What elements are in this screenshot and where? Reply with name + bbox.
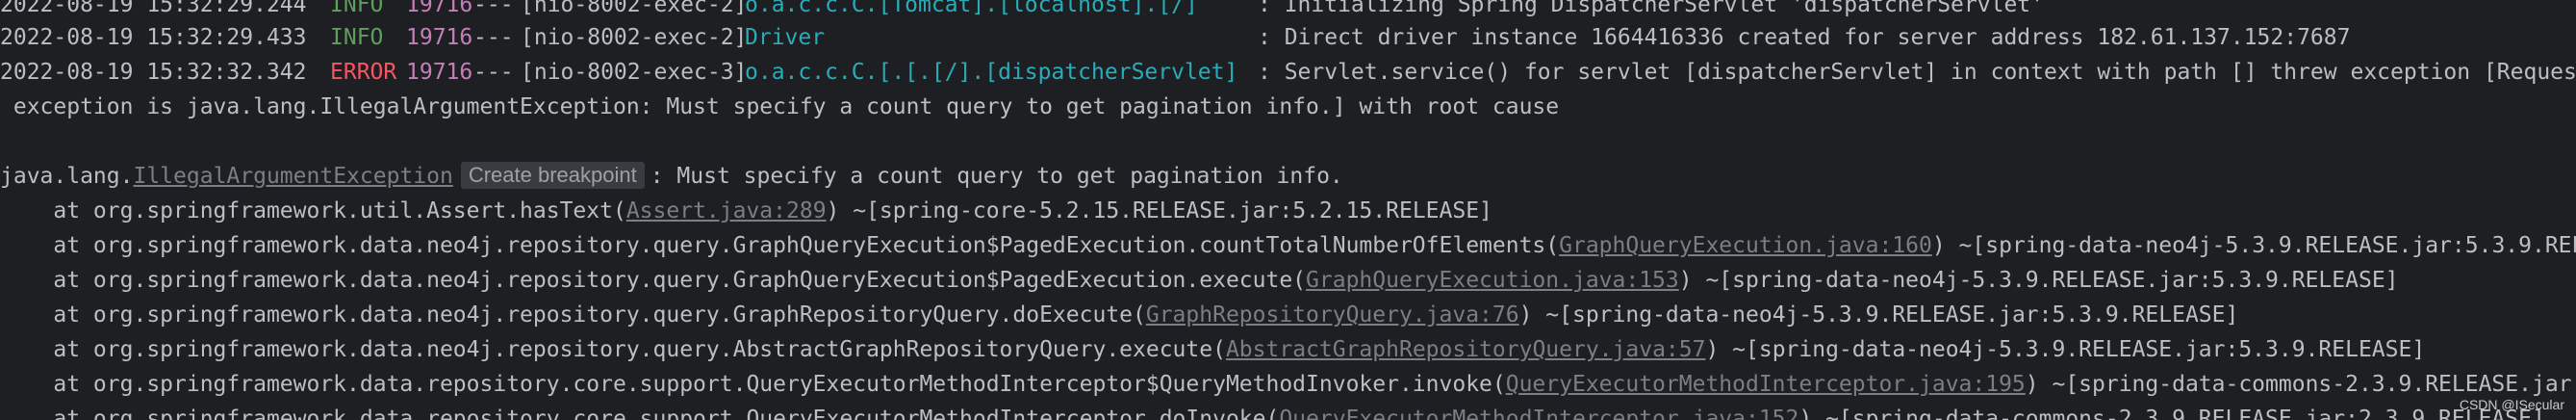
exception-line: java.lang.IllegalArgumentException Create… (0, 160, 1343, 193)
stack-frame: at org.springframework.data.repository.c… (0, 368, 2576, 401)
exception-header: java.lang.IllegalArgumentException Create… (0, 160, 1343, 193)
log-timestamp: 2022-08-19 15:32:32.342 (0, 60, 307, 85)
stack-frame: at org.springframework.data.repository.c… (0, 403, 2544, 420)
stack-frame-jar: ) ~[spring-data-neo4j-5.3.9.RELEASE.jar:… (1705, 337, 2426, 362)
stack-frame-jar: ) ~[spring-data-neo4j-5.3.9.RELEASE.jar:… (1931, 233, 2576, 258)
stack-frame-jar: ) ~[spring-data-neo4j-5.3.9.RELEASE.jar:… (1518, 302, 2239, 328)
stack-frame-method: at org.springframework.data.repository.c… (0, 407, 1280, 420)
log-level-info: INFO (330, 25, 384, 50)
log-timestamp: 2022-08-19 15:32:29.244 (0, 0, 307, 17)
stack-frame: at org.springframework.util.Assert.hasTe… (0, 195, 1492, 227)
log-logger: o.a.c.c.C.[.[.[/].[dispatcherServlet] (745, 60, 1238, 85)
stack-frame-method: at org.springframework.data.neo4j.reposi… (0, 337, 1226, 362)
stack-frame-method: at org.springframework.data.neo4j.reposi… (0, 233, 1560, 258)
source-link[interactable]: GraphQueryExecution.java:160 (1559, 233, 1932, 258)
log-logger: o.a.c.c.C.[Tomcat].[localhost].[/] (745, 0, 1198, 17)
watermark: CSDN @ISecular (2459, 397, 2564, 412)
log-message: : Direct driver instance 1664416336 crea… (1258, 25, 2351, 50)
log-continuation: exception is java.lang.IllegalArgumentEx… (0, 91, 1559, 123)
source-link[interactable]: Assert.java:289 (626, 198, 827, 223)
stack-frame-jar: ) ~[spring-data-commons-2.3.9.RELEASE.ja… (1798, 407, 2545, 420)
log-timestamp: 2022-08-19 15:32:29.433 (0, 25, 307, 50)
console-output: 2022-08-19 15:32:29.244 INFO 19716 --- [… (0, 0, 2576, 420)
stack-frame: at org.springframework.data.neo4j.reposi… (0, 229, 2576, 262)
stack-frame-method: at org.springframework.data.neo4j.reposi… (0, 302, 1146, 328)
stack-frame-jar: ) ~[spring-data-neo4j-5.3.9.RELEASE.jar:… (1678, 268, 2399, 293)
log-pid: 19716 (406, 25, 473, 50)
source-link[interactable]: GraphRepositoryQuery.java:76 (1146, 302, 1519, 328)
log-pid: 19716 (406, 60, 473, 85)
source-link[interactable]: QueryExecutorMethodInterceptor.java:152 (1279, 407, 1798, 420)
log-thread: [nio-8002-exec-2] (521, 0, 748, 17)
stack-frame-method: at org.springframework.util.Assert.hasTe… (0, 198, 626, 223)
stack-frame-method: at org.springframework.data.neo4j.reposi… (0, 268, 1307, 293)
exception-message: : Must specify a count query to get pagi… (650, 164, 1343, 189)
log-continuation-text: exception is java.lang.IllegalArgumentEx… (0, 94, 1560, 119)
source-link[interactable]: QueryExecutorMethodInterceptor.java:195 (1506, 372, 2026, 397)
log-line: 2022-08-19 15:32:29.433 INFO 19716 --- [… (0, 21, 2350, 54)
source-link[interactable]: GraphQueryExecution.java:153 (1306, 268, 1679, 293)
log-message: : Initializing Spring DispatcherServlet … (1258, 0, 2044, 17)
log-line: 2022-08-19 15:32:29.244 INFO 19716 --- [… (0, 0, 2044, 21)
source-link[interactable]: AbstractGraphRepositoryQuery.java:57 (1226, 337, 1706, 362)
log-separator: --- (473, 25, 514, 50)
log-message: : Servlet.service() for servlet [dispatc… (1258, 60, 2576, 85)
log-separator: --- (473, 60, 514, 85)
exception-class-link[interactable]: IllegalArgumentException (133, 164, 452, 189)
stack-frame: at org.springframework.data.neo4j.reposi… (0, 264, 2398, 297)
log-logger: Driver (745, 25, 826, 50)
log-thread: [nio-8002-exec-3] (521, 60, 748, 85)
log-level-error: ERROR (330, 60, 397, 85)
stack-frame-method: at org.springframework.data.repository.c… (0, 372, 1506, 397)
log-separator: --- (473, 0, 514, 17)
log-line-error: 2022-08-19 15:32:32.342 ERROR 19716 --- … (0, 56, 2576, 89)
log-pid: 19716 (406, 0, 473, 17)
log-thread: [nio-8002-exec-2] (521, 25, 748, 50)
create-breakpoint-button[interactable]: Create breakpoint (460, 162, 645, 189)
stack-frame: at org.springframework.data.neo4j.reposi… (0, 333, 2425, 366)
stack-frame-jar: ) ~[spring-core-5.2.15.RELEASE.jar:5.2.1… (826, 198, 1492, 223)
exception-prefix: java.lang. (0, 164, 134, 189)
stack-frame-jar: ) ~[spring-data-commons-2.3.9.RELEASE.ja… (2025, 372, 2576, 397)
log-level-info: INFO (330, 0, 384, 17)
stack-frame: at org.springframework.data.neo4j.reposi… (0, 299, 2238, 331)
